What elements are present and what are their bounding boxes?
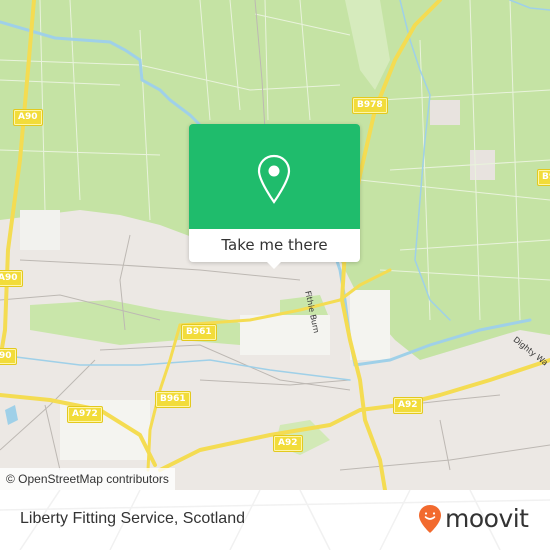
moovit-wordmark: moovit: [445, 504, 529, 533]
place-title: Liberty Fitting Service, Scotland: [20, 510, 245, 527]
road-label-a90: A90: [13, 109, 43, 126]
popup-header[interactable]: [189, 124, 360, 229]
moovit-logo[interactable]: moovit: [418, 504, 529, 534]
road-label-b978: B978: [352, 97, 388, 114]
road-label-b961: B961: [155, 391, 191, 408]
pale-area: [20, 210, 60, 250]
map-pin-icon: [257, 154, 291, 204]
moovit-smile-pin-icon: [419, 505, 441, 533]
pale-area: [430, 100, 460, 125]
take-me-there-button[interactable]: Take me there: [189, 229, 360, 262]
popup-pointer: [266, 261, 282, 269]
reservoir: [5, 405, 18, 425]
road-label-a92: A92: [273, 435, 303, 452]
map-attribution[interactable]: © OpenStreetMap contributors: [0, 468, 175, 490]
location-popup[interactable]: Take me there: [189, 124, 360, 269]
map-view[interactable]: A90 A90 A90 B978 B961 B961 A972 A92 A92 …: [0, 0, 550, 490]
footer-bar: Liberty Fitting Service, Scotland moovit: [0, 490, 550, 550]
road-label-a92: A92: [393, 397, 423, 414]
road-label-a90: A90: [0, 348, 17, 365]
road-label-a90: A90: [0, 270, 23, 287]
pale-area: [350, 290, 390, 360]
road-label-b978: B9: [536, 169, 550, 186]
road-label-b961: B961: [181, 324, 217, 341]
road-label-a972: A972: [67, 406, 103, 423]
